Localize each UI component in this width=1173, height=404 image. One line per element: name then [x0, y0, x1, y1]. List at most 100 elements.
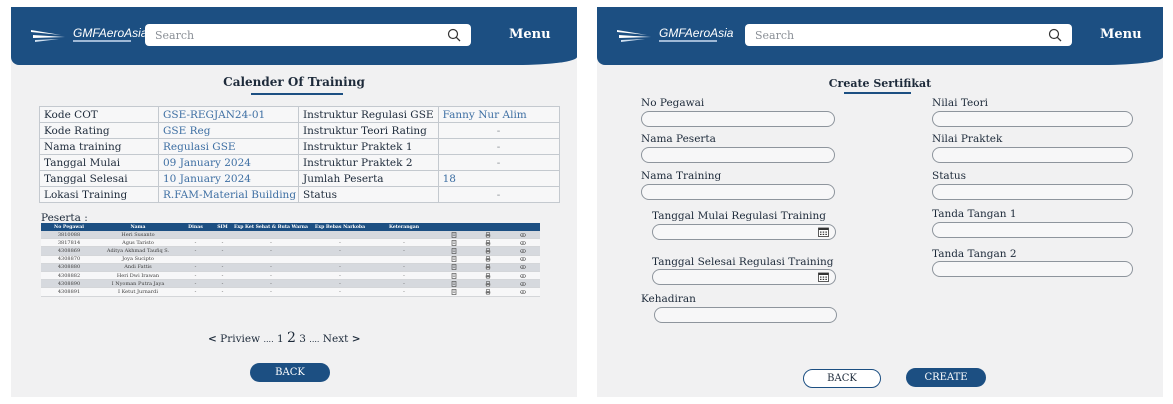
search-icon[interactable] — [447, 28, 461, 42]
document-icon[interactable] — [451, 264, 457, 271]
row-actions — [437, 279, 540, 289]
calendar-icon[interactable] — [818, 227, 829, 237]
print-icon[interactable] — [485, 280, 491, 287]
tanda-tangan-2-input[interactable] — [932, 261, 1133, 277]
nilai-praktek-label: Nilai Praktek — [932, 133, 1003, 145]
table-row: 3810088 Heri Susanto — [41, 231, 540, 240]
tanda-tangan-1-input[interactable] — [932, 222, 1133, 238]
info-row: Instruktur Praktek 1- — [298, 138, 560, 155]
eye-icon[interactable] — [519, 240, 526, 246]
status-input[interactable] — [932, 184, 1133, 200]
actions-header — [437, 223, 540, 231]
nama-peserta-label: Nama Peserta — [641, 133, 716, 145]
eye-icon[interactable] — [519, 281, 526, 287]
cell-exp-narkoba: - — [309, 279, 371, 289]
cell-exp-sehat: - — [233, 271, 309, 281]
menu-button[interactable]: Menu — [509, 27, 551, 42]
document-icon[interactable] — [451, 289, 457, 295]
cell-sim: - — [212, 246, 233, 256]
print-icon[interactable] — [485, 272, 491, 279]
info-row: Kode Rating GSE Reg — [39, 122, 322, 139]
back-button[interactable]: BACK — [803, 369, 881, 388]
cell-exp-narkoba — [309, 231, 371, 240]
menu-button[interactable]: Menu — [1100, 27, 1142, 42]
no-pegawai-input[interactable] — [641, 111, 835, 127]
print-icon[interactable] — [485, 264, 491, 271]
page-title: Calender Of Training — [223, 75, 365, 89]
cell-dinas: - — [179, 263, 212, 272]
document-icon[interactable] — [451, 256, 457, 263]
cell-exp-narkoba: - — [309, 263, 371, 272]
table-row: 3817814 Agus Taristo - - - - - — [41, 238, 540, 248]
cell-exp-narkoba: - — [309, 271, 371, 281]
info-key: Jumlah Peserta — [298, 170, 439, 187]
row-actions — [437, 287, 540, 297]
info-row: Nama training Regulasi GSE — [39, 138, 322, 155]
page-link-3[interactable]: 3 — [299, 333, 306, 345]
info-value: - — [437, 138, 560, 155]
prev-chevron-icon[interactable]: < — [208, 333, 217, 345]
column-header: Exp Ket Sehat & Buta Warna — [233, 223, 309, 231]
create-button[interactable]: CREATE — [906, 368, 986, 387]
eye-icon[interactable] — [519, 248, 526, 254]
search-input[interactable]: Search — [745, 24, 1072, 46]
cell-dinas: - — [179, 271, 212, 281]
pagination-ellipsis: .... — [263, 335, 274, 344]
print-icon[interactable] — [485, 239, 491, 246]
cell-exp-sehat — [233, 255, 309, 264]
nilai-teori-label: Nilai Teori — [932, 97, 988, 109]
nilai-teori-input[interactable] — [932, 111, 1133, 127]
document-icon[interactable] — [451, 239, 457, 246]
eye-icon[interactable] — [519, 289, 526, 295]
next-page-link[interactable]: Next — [323, 333, 349, 345]
search-input[interactable]: Search — [145, 24, 471, 46]
calendar-icon[interactable] — [818, 272, 829, 282]
brand-tagline — [73, 40, 131, 42]
info-value: 18 — [437, 170, 560, 187]
cell-dinas: - — [179, 279, 212, 289]
document-icon[interactable] — [451, 231, 457, 238]
cell-sim: - — [212, 279, 233, 289]
eye-icon[interactable] — [519, 256, 526, 262]
kehadiran-input[interactable] — [654, 307, 837, 323]
header-bar: GMFAeroAsia Search Menu — [11, 7, 577, 65]
tanggal-selesai-input[interactable] — [652, 269, 836, 285]
document-icon[interactable] — [451, 272, 457, 279]
nilai-praktek-input[interactable] — [932, 147, 1133, 163]
tanggal-selesai-label: Tanggal Selesai Regulasi Training — [652, 256, 834, 268]
logo-icon — [31, 30, 65, 42]
search-icon[interactable] — [1048, 28, 1062, 42]
pagination-ellipsis: .... — [309, 335, 320, 344]
nama-peserta-input[interactable] — [641, 147, 835, 163]
eye-icon[interactable] — [519, 273, 526, 279]
page-link-2[interactable]: 2 — [287, 330, 296, 346]
print-icon[interactable] — [485, 289, 491, 295]
page-link-1[interactable]: 1 — [277, 333, 284, 345]
prev-page-link[interactable]: Priview — [220, 333, 260, 345]
cell-sim: - — [212, 271, 233, 281]
next-chevron-icon[interactable]: > — [352, 333, 361, 345]
create-sertifikat-panel: GMFAeroAsia Search Menu Create Sertifika… — [597, 7, 1163, 397]
search-placeholder: Search — [755, 28, 795, 42]
back-button[interactable]: BACK — [250, 363, 330, 382]
document-icon[interactable] — [451, 280, 457, 287]
print-icon[interactable] — [485, 256, 491, 262]
cell-name: Agus Taristo — [97, 238, 179, 248]
info-key: Lokasi Training — [39, 186, 159, 203]
tanggal-mulai-input[interactable] — [652, 224, 836, 240]
eye-icon[interactable] — [519, 232, 526, 238]
tanggal-mulai-label: Tanggal Mulai Regulasi Training — [652, 210, 826, 222]
nama-training-input[interactable] — [641, 184, 835, 200]
print-icon[interactable] — [485, 248, 491, 254]
eye-icon[interactable] — [519, 264, 526, 270]
brand-logo[interactable]: GMFAeroAsia — [617, 25, 733, 47]
brand-logo[interactable]: GMFAeroAsia — [31, 25, 147, 47]
cell-dinas: - — [179, 238, 212, 248]
table-row: 4308870 Joya Sucipto — [41, 255, 540, 264]
cell-employee-id: 3817814 — [41, 238, 97, 248]
print-icon[interactable] — [485, 231, 491, 238]
document-icon[interactable] — [451, 248, 457, 254]
info-row: Lokasi Training R.FAM-Material Building l… — [39, 186, 322, 203]
info-key: Tanggal Mulai — [39, 154, 159, 171]
tanda-tangan-2-label: Tanda Tangan 2 — [932, 248, 1017, 260]
